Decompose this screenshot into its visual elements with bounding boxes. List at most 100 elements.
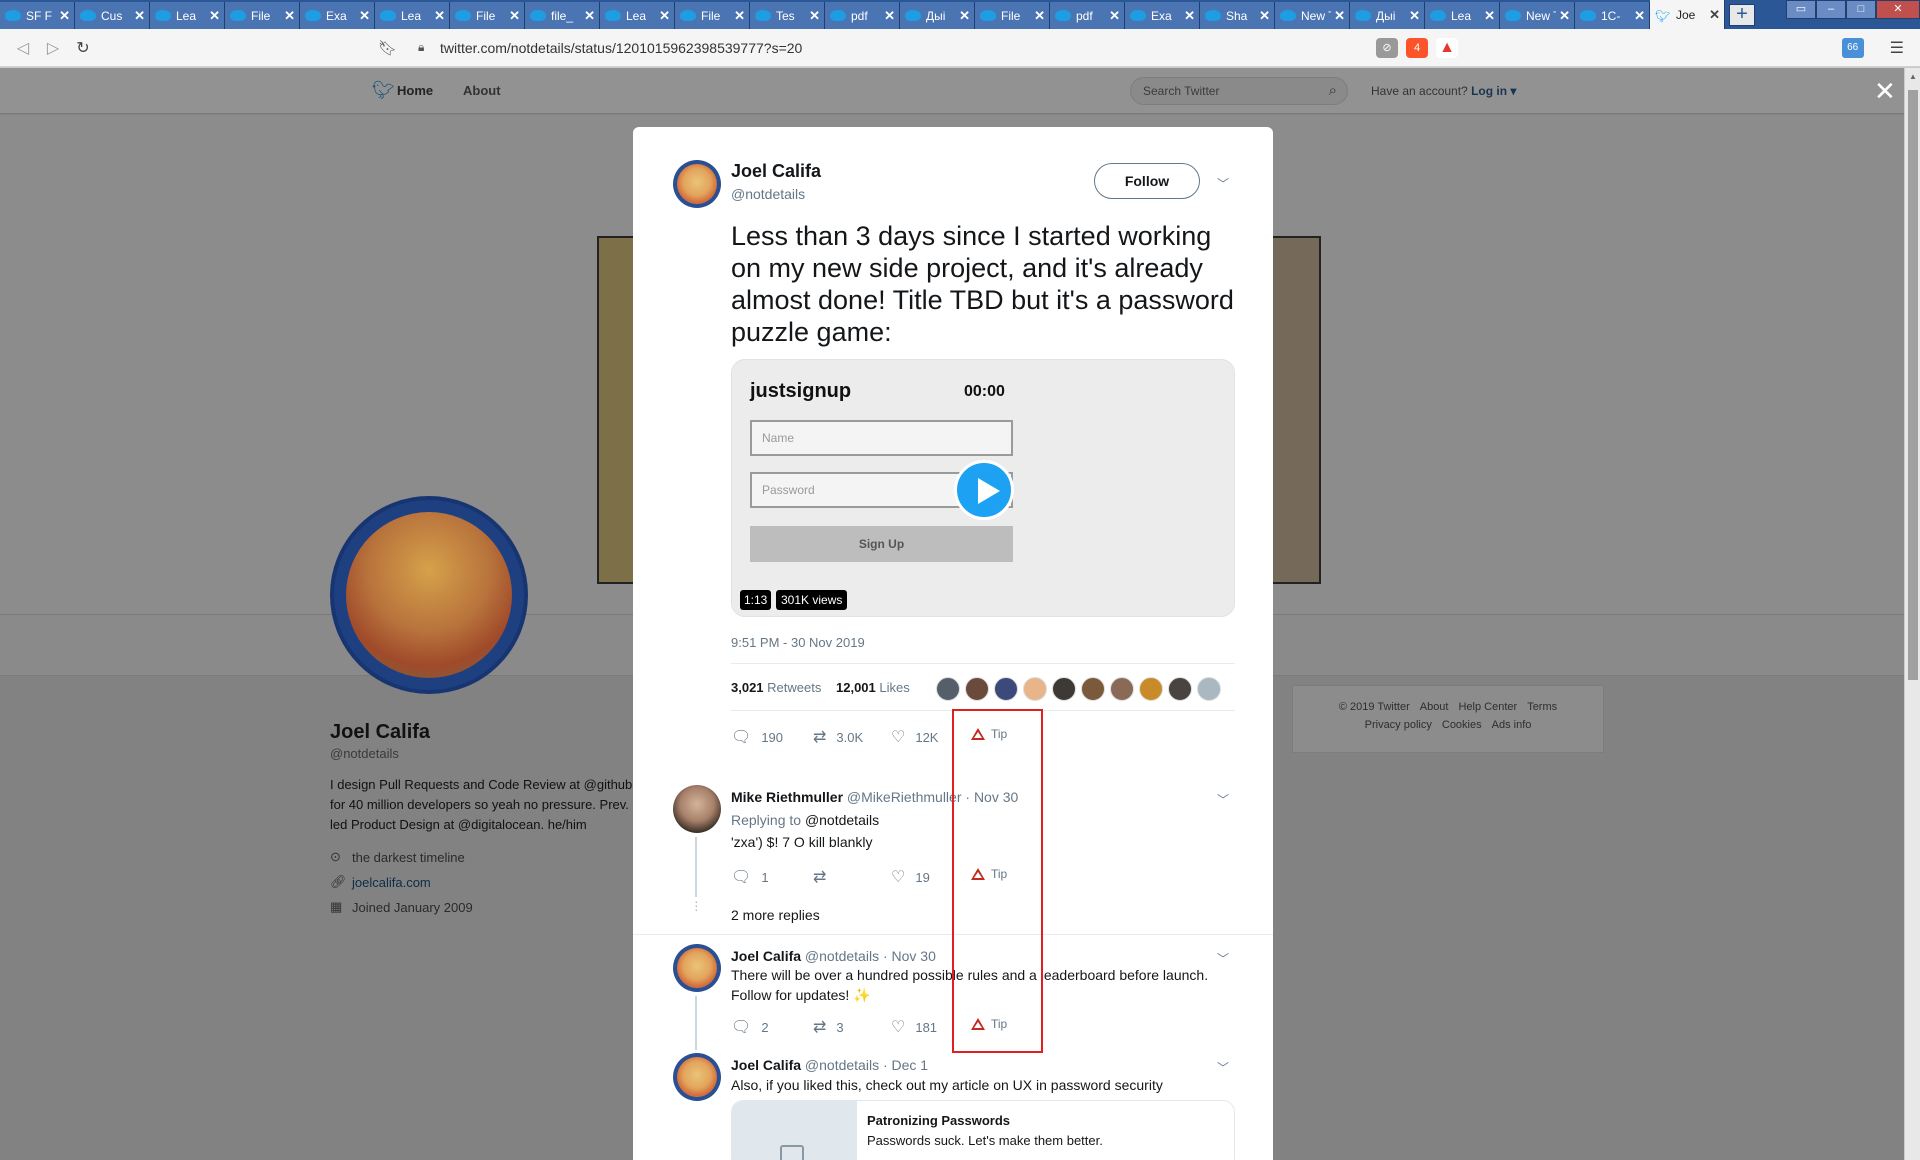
- follow-button[interactable]: Follow: [1094, 163, 1200, 199]
- reload-icon[interactable]: ↻: [68, 38, 98, 58]
- profile-avatar[interactable]: [330, 496, 528, 694]
- footer-terms[interactable]: Terms: [1527, 701, 1557, 713]
- tab-close-icon[interactable]: ✕: [59, 8, 70, 24]
- more-replies-link[interactable]: 2 more replies: [731, 907, 820, 923]
- tab-close-icon[interactable]: ✕: [434, 8, 445, 24]
- browser-tab[interactable]: Cus ✕: [75, 2, 150, 29]
- footer-about[interactable]: About: [1420, 701, 1449, 713]
- tab-close-icon[interactable]: ✕: [584, 8, 595, 24]
- footer-ads[interactable]: Ads info: [1492, 719, 1532, 731]
- retweet-action[interactable]: ⇄: [813, 867, 836, 887]
- reply-author-handle[interactable]: @notdetails: [805, 1057, 879, 1073]
- profile-website[interactable]: joelcalifa.com: [352, 875, 431, 890]
- browser-tab[interactable]: File ✕: [225, 2, 300, 29]
- reply-author-handle[interactable]: @MikeRiethmuller: [847, 789, 962, 805]
- replying-to-handle[interactable]: @notdetails: [805, 812, 879, 828]
- browser-tab[interactable]: Tes ✕: [750, 2, 825, 29]
- brave-rewards-icon[interactable]: ▲: [1436, 37, 1458, 58]
- brave-shields-icon[interactable]: 4: [1406, 37, 1428, 58]
- reply-action[interactable]: 🗨︎ 190: [731, 727, 783, 747]
- browser-tab[interactable]: File ✕: [450, 2, 525, 29]
- scroll-up-icon[interactable]: ▲: [1909, 72, 1917, 81]
- browser-tab[interactable]: Exa ✕: [300, 2, 375, 29]
- tab-close-icon[interactable]: ✕: [509, 8, 520, 24]
- footer-help[interactable]: Help Center: [1458, 701, 1517, 713]
- browser-tab[interactable]: SF F ✕: [0, 2, 75, 29]
- maximize-button[interactable]: □: [1846, 0, 1876, 19]
- liker-avatar[interactable]: [994, 677, 1018, 701]
- reply-author-name[interactable]: Mike Riethmuller: [731, 789, 843, 805]
- tab-close-icon[interactable]: ✕: [884, 8, 895, 24]
- tweet-author-handle[interactable]: @notdetails: [731, 186, 805, 202]
- browser-tab[interactable]: Дыі ✕: [1350, 2, 1425, 29]
- like-action[interactable]: ♡ 19: [891, 867, 930, 887]
- back-icon[interactable]: ◁: [8, 38, 38, 58]
- browser-tab[interactable]: New Ta✕: [1275, 2, 1350, 29]
- close-icon[interactable]: ✕: [1874, 78, 1896, 104]
- browser-tab[interactable]: Sha ✕: [1200, 2, 1275, 29]
- like-action[interactable]: ♡ 181: [891, 1017, 937, 1037]
- tab-close-icon[interactable]: ✕: [659, 8, 670, 24]
- lock-icon[interactable]: 🔒︎: [418, 40, 434, 55]
- liker-avatar[interactable]: [1197, 677, 1221, 701]
- search-input[interactable]: Search Twitter ⌕: [1130, 77, 1348, 105]
- tab-close-icon[interactable]: ✕: [1709, 7, 1720, 23]
- login-link[interactable]: Log in: [1471, 84, 1507, 98]
- chevron-down-icon[interactable]: ﹀: [1217, 175, 1229, 192]
- footer-cookies[interactable]: Cookies: [1442, 719, 1482, 731]
- tab-close-icon[interactable]: ✕: [1559, 8, 1570, 24]
- footer-privacy[interactable]: Privacy policy: [1365, 719, 1432, 731]
- browser-tab[interactable]: pdf ✕: [1050, 2, 1125, 29]
- forward-icon[interactable]: ▷: [38, 38, 68, 58]
- tab-close-icon[interactable]: ✕: [1109, 8, 1120, 24]
- window-close-button[interactable]: ✕: [1876, 0, 1920, 19]
- tab-close-icon[interactable]: ✕: [359, 8, 370, 24]
- liker-avatar[interactable]: [965, 677, 989, 701]
- reply-avatar[interactable]: [673, 1053, 721, 1101]
- link-card[interactable]: Patronizing Passwords Passwords suck. Le…: [731, 1100, 1235, 1160]
- browser-tab[interactable]: Lea ✕: [375, 2, 450, 29]
- chevron-down-icon[interactable]: ﹀: [1217, 1059, 1229, 1076]
- liker-avatar[interactable]: [1139, 677, 1163, 701]
- nav-about[interactable]: About: [463, 83, 501, 98]
- browser-tab[interactable]: File ✕: [975, 2, 1050, 29]
- page-scrollbar[interactable]: ▲: [1904, 68, 1920, 1160]
- extension-icon[interactable]: ⊘: [1376, 37, 1398, 58]
- nav-home[interactable]: Home: [397, 83, 433, 98]
- likes-stat[interactable]: 12,001 Likes: [836, 680, 910, 695]
- browser-tab[interactable]: File ✕: [675, 2, 750, 29]
- minimize-button[interactable]: –: [1816, 0, 1846, 19]
- bookmark-icon[interactable]: 🔖︎: [378, 39, 398, 57]
- like-action[interactable]: ♡ 12K: [891, 727, 938, 747]
- address-bar[interactable]: 🔖︎ 🔒︎ twitter.com/notdetails/status/1201…: [378, 34, 1458, 62]
- tweet-timestamp[interactable]: 9:51 PM - 30 Nov 2019: [731, 635, 865, 650]
- browser-tab[interactable]: pdf ✕: [825, 2, 900, 29]
- chevron-down-icon[interactable]: ﹀: [1217, 791, 1229, 808]
- reply-date[interactable]: · Dec 1: [883, 1057, 928, 1073]
- liker-avatar[interactable]: [1168, 677, 1192, 701]
- reply-author-name[interactable]: Joel Califa: [731, 1057, 801, 1073]
- tweet-video[interactable]: justsignup 00:00 Name Password Sign Up 1…: [731, 359, 1235, 617]
- liker-avatar[interactable]: [1023, 677, 1047, 701]
- retweet-action[interactable]: ⇄ 3.0K: [813, 727, 863, 747]
- tab-close-icon[interactable]: ✕: [284, 8, 295, 24]
- profile-name[interactable]: Joel Califa: [330, 721, 630, 744]
- liker-avatar[interactable]: [1081, 677, 1105, 701]
- twitter-bird-icon[interactable]: 🐦︎: [372, 80, 395, 101]
- calendar-extension-icon[interactable]: 66: [1841, 37, 1864, 58]
- tweet-author-name[interactable]: Joel Califa: [731, 161, 821, 182]
- browser-tab[interactable]: file_ ✕: [525, 2, 600, 29]
- browser-tab[interactable]: Дыі ✕: [900, 2, 975, 29]
- tab-close-icon[interactable]: ✕: [959, 8, 970, 24]
- liker-avatar[interactable]: [936, 677, 960, 701]
- tab-close-icon[interactable]: ✕: [1184, 8, 1195, 24]
- tab-close-icon[interactable]: ✕: [734, 8, 745, 24]
- retweets-stat[interactable]: 3,021 Retweets: [731, 680, 821, 695]
- reply-avatar[interactable]: [673, 944, 721, 992]
- tab-close-icon[interactable]: ✕: [1484, 8, 1495, 24]
- menu-icon[interactable]: ☰: [1890, 38, 1904, 58]
- reply-date[interactable]: · Nov 30: [883, 948, 936, 964]
- reply-action[interactable]: 🗨︎ 2: [731, 1017, 769, 1037]
- restore-tabs-button[interactable]: ▭: [1786, 0, 1816, 19]
- tweet-author-avatar[interactable]: [673, 160, 721, 208]
